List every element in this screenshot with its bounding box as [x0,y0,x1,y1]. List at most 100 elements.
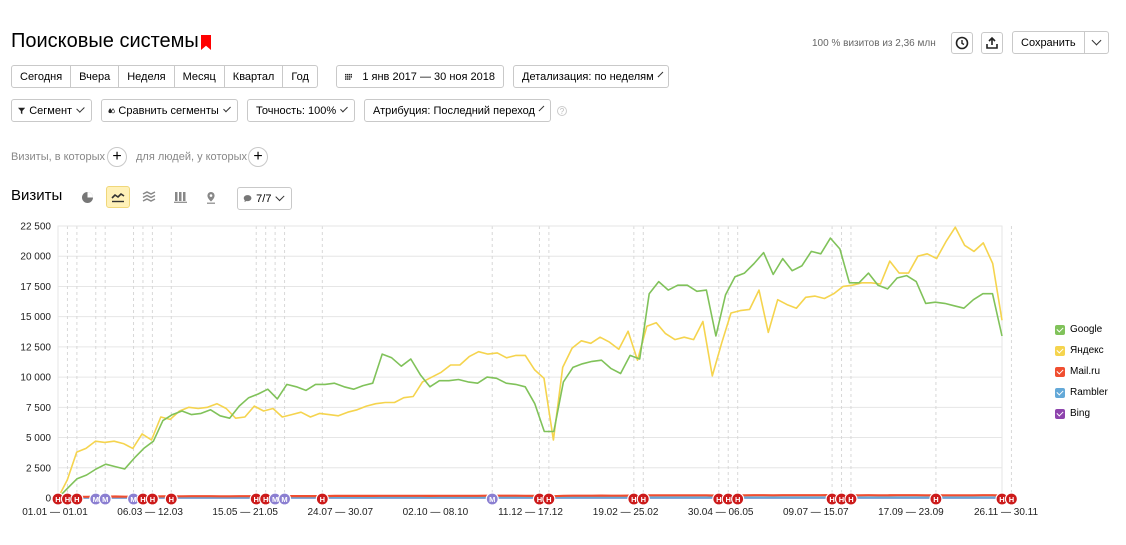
annotation-marker[interactable]: Н [145,492,159,506]
x-tick-label: 02.10 — 08.10 [403,507,469,518]
x-tick-label: 17.09 — 23.09 [878,507,944,518]
help-icon[interactable]: ? [557,106,567,116]
compare-label: Сравнить сегменты [118,104,219,117]
period-button[interactable]: Сегодня [11,65,72,88]
period-selector: Сегодня Вчера Неделя Месяц Квартал Год [11,65,318,88]
annotation-marker-label: Н [716,495,721,504]
annotation-marker-label: Н [546,495,551,504]
annotation-marker[interactable]: Н [929,492,943,506]
legend-label: Яндекс [1070,345,1104,356]
legend-label: Google [1070,324,1103,335]
upload-icon [986,36,998,49]
annotation-marker-label: Н [726,495,731,504]
checkbox-icon [1055,408,1065,419]
clock-icon [955,36,969,50]
annotation-marker[interactable]: Н [542,492,556,506]
period-button[interactable]: Месяц [173,65,225,88]
annotations-count: 7/7 [256,192,272,205]
page-title: Поисковые системы [11,30,199,52]
compare-segments-dropdown[interactable]: Сравнить сегменты [101,99,238,122]
accuracy-dropdown[interactable]: Точность: 100% [247,99,355,122]
x-tick-label: 06.03 — 12.03 [117,507,183,518]
checkbox-icon [1055,366,1065,377]
annotation-marker-label: Н [150,495,155,504]
x-tick-label: 09.07 — 15.07 [783,507,849,518]
period-button[interactable]: Квартал [223,65,284,88]
visits-info: 100 % визитов из 2,36 млн [812,38,936,49]
annotation-marker[interactable]: Н [731,492,745,506]
legend-item[interactable]: Mail.ru [1055,366,1100,377]
y-tick-label: 17 500 [20,282,51,293]
clock-button[interactable] [951,32,973,54]
pie-chart-icon [81,191,93,203]
annotation-marker-label: М [130,495,136,504]
add-people-condition-button[interactable]: + [248,147,268,167]
attribution-dropdown[interactable]: Атрибуция: Последний переход [364,99,551,122]
annotation-marker-label: Н [169,495,174,504]
pie-view-toggle[interactable] [75,186,99,208]
annotation-marker[interactable]: Н [844,492,858,506]
date-range-button[interactable]: 1 янв 2017 — 30 ноя 2018 [336,65,504,88]
y-tick-label: 7 500 [26,403,51,414]
annotation-marker-label: Н [254,495,259,504]
period-button[interactable]: Год [282,65,318,88]
map-pin-icon [207,191,215,204]
annotation-marker-label: М [102,495,108,504]
export-button[interactable] [981,32,1003,54]
legend-item[interactable]: Rambler [1055,387,1108,398]
period-button[interactable]: Неделя [118,65,175,88]
line-chart-icon [111,192,125,203]
area-view-toggle[interactable] [137,186,161,208]
period-button[interactable]: Вчера [70,65,120,88]
checkbox-icon [1055,345,1065,356]
chevron-down-icon [340,104,348,113]
bar-view-toggle[interactable] [168,186,192,208]
series-line-0[interactable] [57,237,1003,499]
series-line-3[interactable] [57,496,1003,500]
annotation-marker[interactable]: Н [164,492,178,506]
annotation-marker-label: Н [320,495,325,504]
annotation-marker-label: Н [537,495,542,504]
annotation-marker[interactable]: Н [1004,492,1019,506]
annotation-marker[interactable]: М [98,492,112,506]
add-visit-condition-button[interactable]: + [107,147,127,167]
x-tick-label: 11.12 — 17.12 [498,507,563,518]
segment-dropdown[interactable]: Сегмент [11,99,92,122]
annotation-marker[interactable]: Н [70,492,84,506]
annotations-dropdown[interactable]: 7/7 [237,187,292,210]
chart-title: Визиты [11,187,63,204]
series-line-1[interactable] [57,226,1003,499]
annotation-marker-label: Н [55,495,60,504]
legend-item[interactable]: Bing [1055,408,1090,419]
legend-label: Rambler [1070,387,1108,398]
map-view-toggle[interactable] [199,186,223,208]
annotation-marker-label: М [272,495,278,504]
annotation-marker-label: Н [829,495,834,504]
legend-item[interactable]: Яндекс [1055,345,1104,356]
line-view-toggle[interactable] [106,186,130,208]
annotation-marker[interactable]: Н [315,492,329,506]
annotation-marker-label: М [281,495,287,504]
detail-dropdown[interactable]: Детализация: по неделям [513,65,669,88]
annotation-marker[interactable]: Н [636,492,650,506]
bar-chart-icon [173,192,187,203]
annotation-marker-label: Н [65,495,70,504]
annotation-marker[interactable]: М [277,492,292,506]
annotation-marker-label: Н [140,495,145,504]
save-dropdown-button[interactable] [1084,31,1109,54]
chevron-down-icon [657,71,664,78]
annotation-marker[interactable]: М [485,492,499,506]
date-range-label: 1 янв 2017 — 30 ноя 2018 [362,70,495,83]
y-tick-label: 5 000 [26,433,51,444]
x-tick-label: 24.07 — 30.07 [307,507,373,518]
calendar-icon [345,73,353,80]
comment-icon [243,195,252,203]
checkbox-icon [1055,387,1065,398]
chevron-down-icon [1091,35,1102,46]
bookmark-icon[interactable] [201,35,211,50]
legend-label: Mail.ru [1070,366,1101,377]
attribution-label: Атрибуция: Последний переход [373,104,535,117]
y-tick-label: 20 000 [20,252,51,263]
chevron-down-icon [222,104,231,113]
legend-item[interactable]: Google [1055,324,1102,335]
